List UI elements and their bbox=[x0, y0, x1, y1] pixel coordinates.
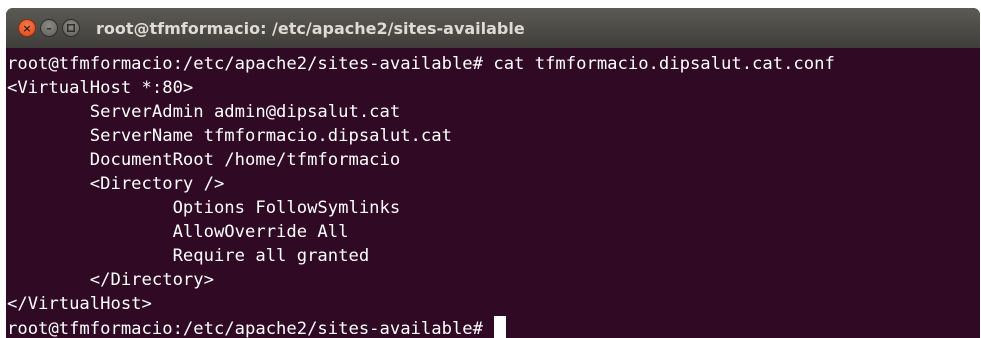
terminal-line: ServerName tfmformacio.dipsalut.cat bbox=[7, 126, 452, 146]
minimize-button[interactable]: – bbox=[40, 19, 58, 37]
minimize-icon: – bbox=[46, 21, 52, 35]
text-cursor bbox=[494, 316, 507, 338]
shell-prompt: root@tfmformacio:/etc/apache2/sites-avai… bbox=[7, 319, 494, 338]
terminal-window: × – root@tfmformacio: /etc/apache2/sites… bbox=[6, 8, 980, 338]
maximize-button[interactable] bbox=[62, 19, 80, 37]
title-bar[interactable]: × – root@tfmformacio: /etc/apache2/sites… bbox=[6, 8, 980, 48]
terminal-line: <VirtualHost *:80> bbox=[7, 78, 194, 98]
close-icon: × bbox=[22, 21, 32, 35]
window-controls: × – bbox=[18, 19, 80, 37]
terminal-line: Require all granted bbox=[7, 246, 370, 266]
terminal-line: </Directory> bbox=[7, 270, 214, 290]
prompt-line[interactable]: root@tfmformacio:/etc/apache2/sites-avai… bbox=[7, 316, 980, 338]
terminal-line: </VirtualHost> bbox=[7, 294, 152, 314]
terminal-output[interactable]: root@tfmformacio:/etc/apache2/sites-avai… bbox=[6, 48, 980, 338]
terminal-line: <Directory /> bbox=[7, 174, 225, 194]
terminal-line: ServerAdmin admin@dipsalut.cat bbox=[7, 102, 401, 122]
terminal-line: DocumentRoot /home/tfmformacio bbox=[7, 150, 401, 170]
close-button[interactable]: × bbox=[18, 19, 36, 37]
terminal-line: Options FollowSymlinks bbox=[7, 198, 401, 218]
terminal-line: root@tfmformacio:/etc/apache2/sites-avai… bbox=[7, 54, 835, 74]
terminal-line: AllowOverride All bbox=[7, 222, 349, 242]
maximize-icon bbox=[67, 24, 75, 32]
window-title: root@tfmformacio: /etc/apache2/sites-ava… bbox=[96, 18, 525, 38]
